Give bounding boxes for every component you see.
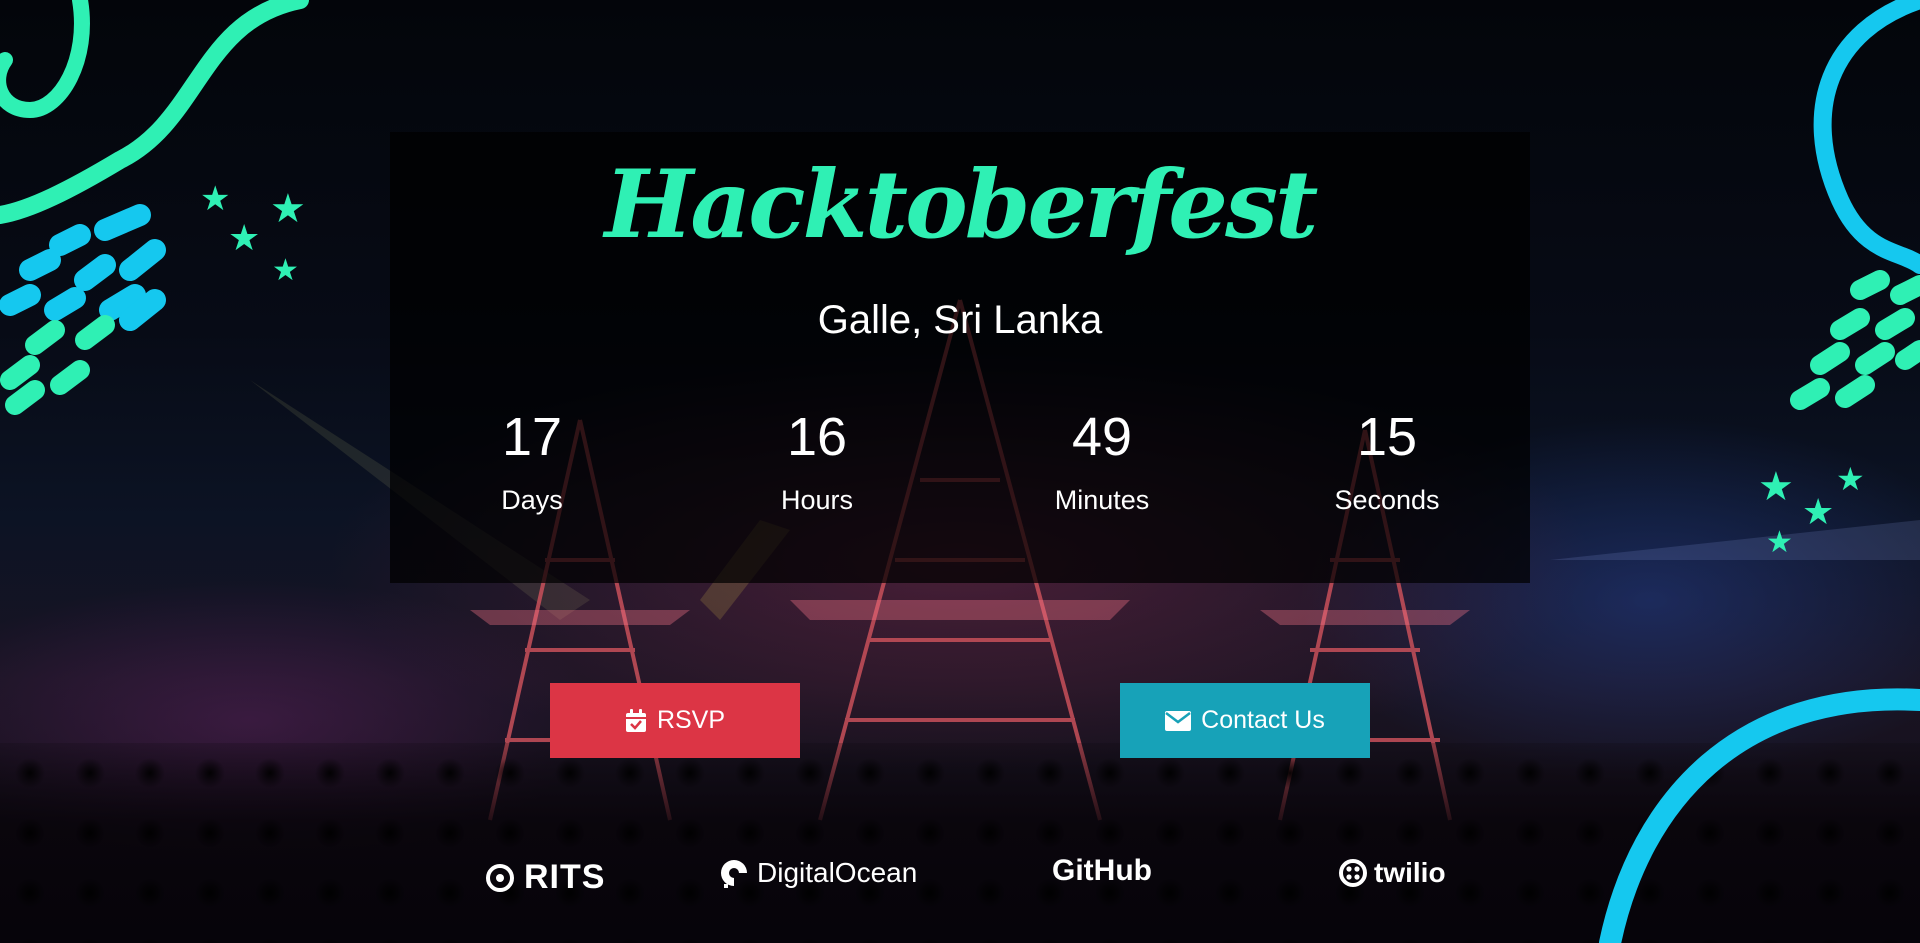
event-title: Hacktoberfest (604, 150, 1319, 260)
countdown-value: 16 (786, 407, 848, 467)
crowd-silhouette (0, 743, 1920, 943)
sponsor-github[interactable]: GitHub (1052, 854, 1152, 888)
rsvp-button[interactable]: RSVP (550, 683, 800, 758)
sponsor-name: GitHub (1052, 854, 1152, 887)
countdown-label: Hours (780, 485, 854, 515)
countdown-days: 17 Days (432, 405, 632, 516)
countdown-label: Minutes (1054, 485, 1150, 515)
countdown-value: 49 (1071, 407, 1133, 467)
sponsor-name: twilio (1374, 857, 1446, 888)
sponsor-twilio[interactable]: twilio (1338, 857, 1446, 889)
sponsor-name: RITS (524, 858, 606, 896)
envelope-icon (1165, 710, 1192, 731)
countdown-value: 17 (501, 407, 563, 467)
digitalocean-logo (721, 860, 747, 888)
sponsor-digitalocean[interactable]: DigitalOcean (717, 856, 917, 890)
contact-us-button[interactable]: Contact Us (1120, 683, 1370, 758)
event-location: Galle, Sri Lanka (817, 298, 1103, 342)
countdown-label: Seconds (1334, 485, 1440, 515)
countdown-value: 15 (1356, 407, 1418, 467)
rsvp-button-label: RSVP (656, 706, 726, 734)
contact-us-button-label: Contact Us (1201, 706, 1325, 734)
countdown-label: Days (501, 485, 563, 515)
rits-logo (486, 863, 514, 892)
countdown-minutes: 49 Minutes (1002, 405, 1202, 516)
countdown-hours: 16 Hours (717, 405, 917, 516)
twilio-logo (1339, 859, 1367, 887)
calendar-check-icon (625, 708, 646, 732)
countdown-seconds: 15 Seconds (1287, 405, 1487, 516)
sponsor-rits[interactable]: RITS (484, 858, 605, 897)
sponsor-name: DigitalOcean (757, 857, 918, 888)
